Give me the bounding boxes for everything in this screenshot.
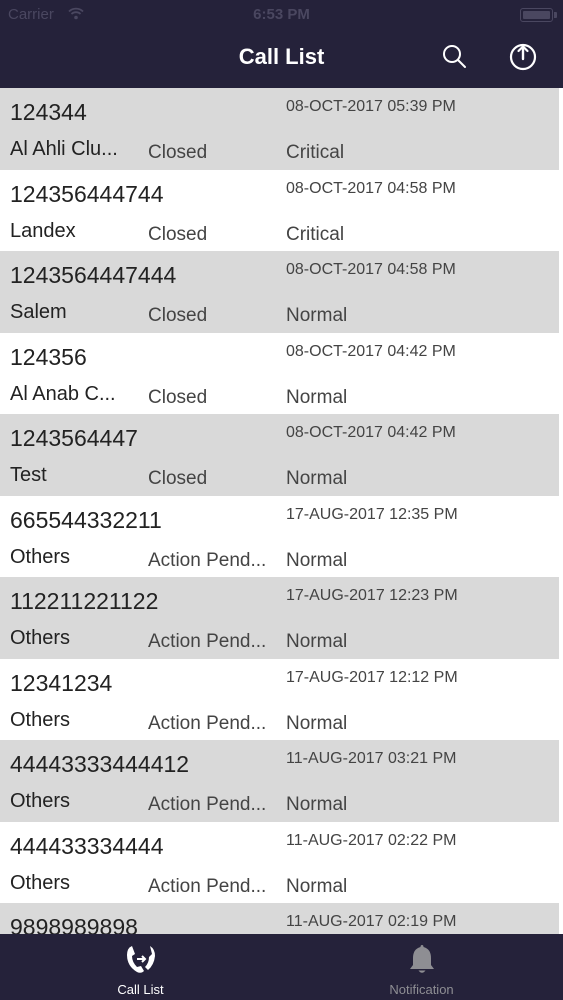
call-priority: Critical	[286, 142, 345, 163]
call-number: 124356444744	[10, 180, 164, 207]
call-row[interactable]: 112211221122 17-AUG-2017 12:23 PM Others Ac…	[0, 577, 563, 659]
call-customer-name: Al Ahli Clu...	[10, 138, 118, 160]
call-status: Closed	[148, 223, 208, 245]
call-status: Action Pend...	[148, 549, 267, 571]
call-list[interactable]: 124344 08-OCT-2017 05:39 PM Al Ahli Clu...…	[0, 88, 563, 934]
call-priority: Critical	[286, 223, 345, 245]
tab-call-list[interactable]: Call List	[0, 934, 281, 1000]
battery-icon	[520, 8, 557, 22]
call-datetime: 08-OCT-2017 04:58 PM	[286, 179, 456, 197]
logout-button[interactable]	[506, 40, 540, 74]
call-number: 665544332211	[10, 506, 162, 533]
call-number: 9898989898	[10, 914, 138, 934]
call-datetime: 08-OCT-2017 04:42 PM	[286, 424, 456, 441]
call-customer-name: Salem	[10, 301, 67, 323]
call-row[interactable]: 124356 08-OCT-2017 04:42 PM Al Anab C... Cl…	[0, 333, 563, 415]
call-status: Action Pend...	[148, 794, 267, 815]
call-priority: Normal	[286, 712, 348, 734]
call-row[interactable]: 1243564447 08-OCT-2017 04:42 PM Test Closed…	[0, 414, 563, 496]
call-datetime: 08-OCT-2017 04:42 PM	[286, 342, 456, 360]
call-number: 1243564447	[10, 425, 138, 451]
tab-label-notification: Notification	[389, 982, 454, 997]
call-datetime: 17-AUG-2017 12:12 PM	[286, 668, 458, 686]
search-icon	[443, 45, 466, 68]
tab-label-call-list: Call List	[117, 982, 164, 997]
call-status: Action Pend...	[148, 712, 267, 734]
call-datetime: 17-AUG-2017 12:35 PM	[286, 505, 458, 523]
call-number: 124344	[10, 99, 87, 125]
call-customer-name: Landex	[10, 219, 76, 242]
call-status: Closed	[148, 305, 208, 326]
call-status: Action Pend...	[148, 875, 267, 897]
tab-bar: Call List Notification	[0, 934, 563, 1000]
call-row[interactable]: 1243564447444 08-OCT-2017 04:58 PM Salem Cl…	[0, 251, 563, 333]
call-row[interactable]: 9898989898 11-AUG-2017 02:19 PM	[0, 903, 563, 934]
call-priority: Normal	[286, 386, 348, 408]
call-customer-name: Others	[10, 790, 71, 812]
call-priority: Normal	[286, 631, 348, 652]
call-status: Action Pend...	[148, 631, 267, 652]
call-row[interactable]: 124344 08-OCT-2017 05:39 PM Al Ahli Clu...…	[0, 88, 563, 170]
call-priority: Normal	[286, 875, 348, 897]
call-number: 12341234	[10, 669, 113, 696]
call-customer-name: Al Anab C...	[10, 382, 116, 405]
call-number: 444433334444	[10, 832, 164, 859]
phone-transfer-icon	[127, 946, 155, 973]
clock: 6:53 PM	[253, 6, 310, 23]
call-priority: Normal	[286, 468, 348, 489]
status-bar: Carrier 6:53 PM	[0, 0, 563, 30]
call-row[interactable]: 665544332211 17-AUG-2017 12:35 PM Others Ac…	[0, 496, 563, 578]
call-customer-name: Others	[10, 871, 71, 894]
call-datetime: 11-AUG-2017 03:21 PM	[286, 750, 457, 767]
search-button[interactable]	[440, 42, 470, 72]
call-priority: Normal	[286, 794, 348, 815]
call-number: 44443333444412	[10, 751, 190, 777]
call-datetime: 11-AUG-2017 02:22 PM	[286, 831, 457, 849]
call-number: 1243564447444	[10, 262, 177, 288]
call-priority: Normal	[286, 549, 348, 571]
call-datetime: 17-AUG-2017 12:23 PM	[286, 587, 458, 604]
call-number: 124356	[10, 343, 87, 370]
call-status: Closed	[148, 468, 208, 489]
call-datetime: 08-OCT-2017 04:58 PM	[286, 261, 456, 278]
call-customer-name: Others	[10, 627, 71, 649]
call-status: Closed	[148, 142, 208, 163]
power-icon	[509, 43, 537, 71]
call-datetime: 08-OCT-2017 05:39 PM	[286, 98, 456, 115]
call-datetime: 11-AUG-2017 02:19 PM	[286, 913, 457, 930]
call-status: Closed	[148, 386, 208, 408]
call-customer-name: Test	[10, 464, 47, 486]
tab-notification[interactable]: Notification	[281, 934, 562, 1000]
call-row[interactable]: 124356444744 08-OCT-2017 04:58 PM Landex Cl…	[0, 170, 563, 252]
call-row[interactable]: 44443333444412 11-AUG-2017 03:21 PM Others…	[0, 740, 563, 822]
call-customer-name: Others	[10, 545, 71, 568]
call-number: 112211221122	[10, 588, 159, 614]
call-customer-name: Others	[10, 708, 71, 731]
navigation-header: Carrier 6:53 PM Call List	[0, 0, 563, 88]
call-row[interactable]: 12341234 17-AUG-2017 12:12 PM Others Action…	[0, 659, 563, 741]
call-priority: Normal	[286, 305, 348, 326]
call-row[interactable]: 444433334444 11-AUG-2017 02:22 PM Others Ac…	[0, 822, 563, 904]
bell-icon	[410, 945, 434, 973]
page-title: Call List	[238, 44, 325, 69]
